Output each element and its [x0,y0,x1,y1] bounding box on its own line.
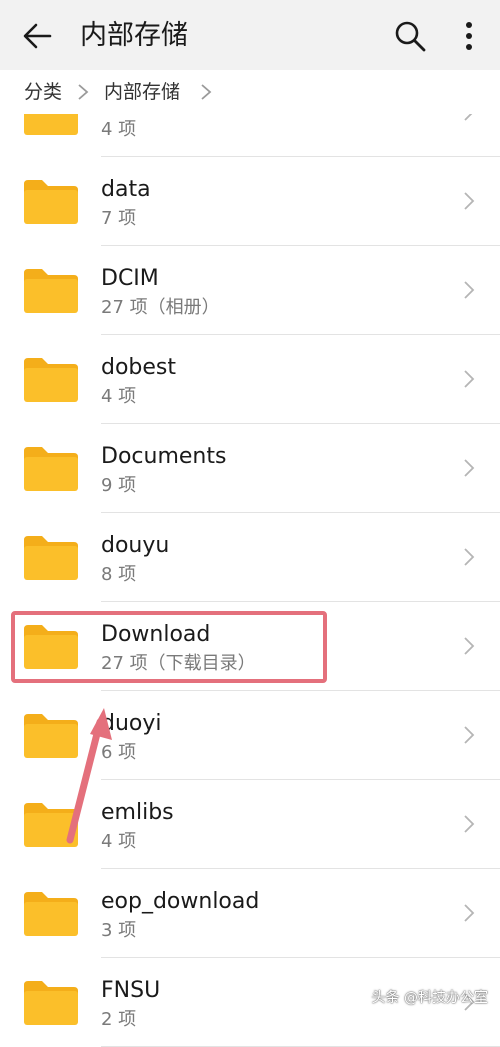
folder-icon [24,536,78,580]
folder-row[interactable]: DCIM 27 项（相册） [0,246,500,335]
watermark: 头条 @科技办公室 [371,990,488,1006]
folder-row[interactable]: douyu 8 项 [0,513,500,602]
more-vertical-icon[interactable] [455,18,483,54]
folder-name: douyu [101,533,170,558]
download-highlight-box [11,611,327,683]
folder-icon [24,447,78,491]
folder-row[interactable]: dobest 4 项 [0,335,500,424]
breadcrumb: 分类 内部存储 [0,70,500,114]
folder-row[interactable]: Documents 9 项 [0,424,500,513]
folder-item-count: 9 项 [101,475,137,496]
folder-row[interactable]: eop_download 3 项 [0,869,500,958]
folder-item-count: 4 项 [101,119,137,140]
folder-icon [24,180,78,224]
folder-name: FNSU [101,978,161,1003]
chevron-right-icon [201,84,212,100]
chevron-right-icon [464,548,475,566]
breadcrumb-item-category[interactable]: 分类 [24,80,62,104]
chevron-right-icon [464,459,475,477]
chevron-right-icon [78,84,89,100]
chevron-right-icon [464,904,475,922]
folder-item-count: 4 项 [101,386,137,407]
folder-row[interactable]: data 7 项 [0,157,500,246]
folder-icon [24,981,78,1025]
search-icon[interactable] [392,18,428,54]
folder-name: DCIM [101,266,159,291]
folder-name: dobest [101,355,177,380]
chevron-right-icon [464,637,475,655]
chevron-right-icon [464,370,475,388]
chevron-right-icon [464,815,475,833]
arrow-left-icon[interactable] [20,18,56,54]
pointer-arrow-annotation [66,708,112,844]
folder-item-count: 3 项 [101,920,137,941]
folder-icon [24,269,78,313]
folder-name: eop_download [101,889,260,914]
folder-item-count: 8 项 [101,564,137,585]
folder-name: data [101,177,151,202]
page-title: 内部存储 [80,20,188,51]
chevron-right-icon [464,726,475,744]
folder-name: Documents [101,444,227,469]
chevron-right-icon [464,281,475,299]
folder-icon [24,892,78,936]
breadcrumb-item-internal-storage[interactable]: 内部存储 [104,80,180,104]
app-bar: 内部存储 [0,0,500,70]
folder-icon [24,358,78,402]
folder-item-count: 27 项（相册） [101,297,220,318]
chevron-right-icon [464,192,475,210]
folder-item-count: 2 项 [101,1009,137,1030]
folder-list: 4 项 data 7 项 DCIM 27 项（相册） dobest 4 项 Documents… [0,0,500,1047]
folder-item-count: 7 项 [101,208,137,229]
